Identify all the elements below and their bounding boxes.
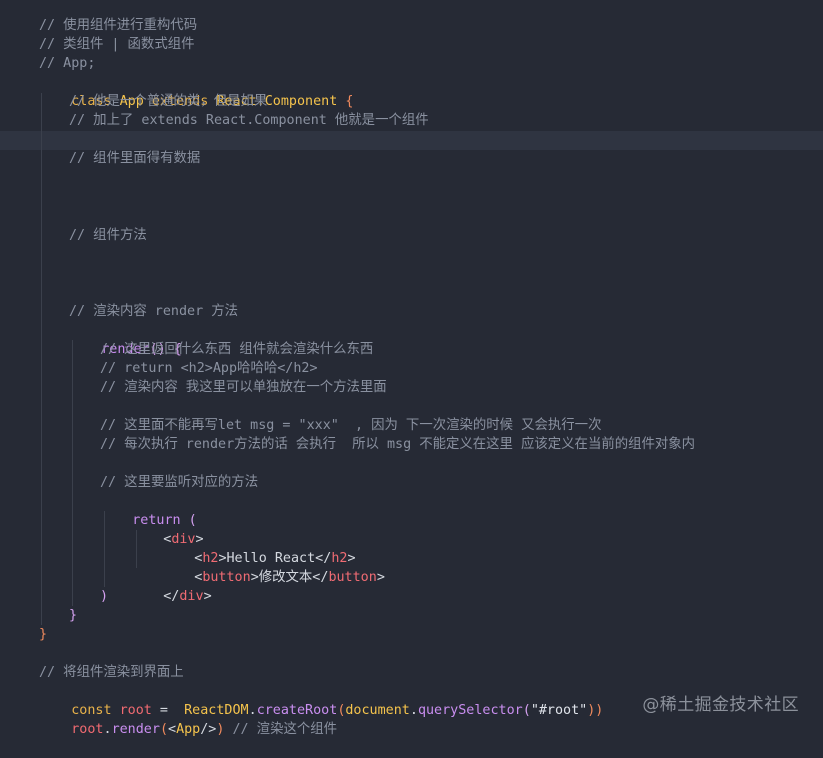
tag-bracket: >	[376, 570, 385, 585]
code-line-33: }	[39, 627, 48, 642]
code-line-1: // 使用组件进行重构代码	[39, 18, 198, 33]
paren: (	[522, 703, 531, 718]
current-line-highlight	[0, 131, 823, 150]
code-line-28: <h2>Hello React</h2>	[162, 530, 355, 566]
string-root: "#root"	[530, 703, 588, 718]
object-document: document	[345, 703, 410, 718]
tag-bracket: </	[163, 589, 180, 604]
code-line-25: // 这里要监听对应的方法	[100, 475, 259, 490]
indent-guide	[41, 93, 42, 625]
code-line-2: // 类组件 | 函数式组件	[39, 37, 195, 52]
code-line-36: const root = ReactDOM.createRoot(documen…	[39, 682, 603, 718]
open-brace: {	[337, 94, 354, 109]
code-line-5: // 他是一个普通的类，但是如果	[69, 94, 268, 109]
method-queryselector: querySelector	[417, 703, 523, 718]
code-line-26: return (	[100, 492, 197, 528]
code-line-17: render() {	[69, 321, 182, 357]
code-line-27: <div>	[131, 511, 203, 547]
code-line-23: // 每次执行 render方法的话 会执行 所以 msg 不能定义在这里 应该…	[100, 437, 696, 452]
tag-bracket: >	[203, 589, 212, 604]
tag-button-close: button	[328, 570, 377, 585]
code-line-37: root.render(<App/>) // 渲染这个组件	[39, 701, 337, 737]
code-line-4: class App extends React.Component {	[39, 73, 353, 109]
paren: ))	[587, 703, 604, 718]
code-line-30: </div>	[131, 568, 211, 604]
code-line-31: )	[100, 589, 109, 604]
code-line-20: // 渲染内容 我这里可以单独放在一个方法里面	[100, 380, 387, 395]
watermark: @稀土掘金技术社区	[642, 695, 799, 715]
code-line-19: // return <h2>App哈哈哈</h2>	[100, 361, 318, 376]
code-line-12: // 组件方法	[69, 228, 147, 243]
code-line-6: // 加上了 extends React.Component 他就是一个组件	[69, 113, 429, 128]
code-editor[interactable]: // 使用组件进行重构代码 // 类组件 | 函数式组件 // App; cla…	[0, 0, 823, 737]
dot: .	[409, 703, 418, 718]
code-line-35: // 将组件渲染到界面上	[39, 665, 184, 680]
code-line-3: // App;	[39, 56, 96, 71]
tag-div-close: div	[179, 589, 204, 604]
code-line-22: // 这里面不能再写let msg = "xxx" , 因为 下一次渲染的时候 …	[100, 418, 602, 433]
code-line-18: // 这里返回什么东西 组件就会渲染什么东西	[100, 342, 374, 357]
code-line-29: <button>修改文本</button>	[162, 549, 385, 585]
code-line-16: // 渲染内容 render 方法	[69, 304, 239, 319]
code-line-8: // 组件里面得有数据	[69, 151, 201, 166]
indent-guide	[72, 340, 73, 606]
jsx-text: >修改文本</	[250, 570, 329, 585]
code-line-32: }	[69, 608, 78, 623]
